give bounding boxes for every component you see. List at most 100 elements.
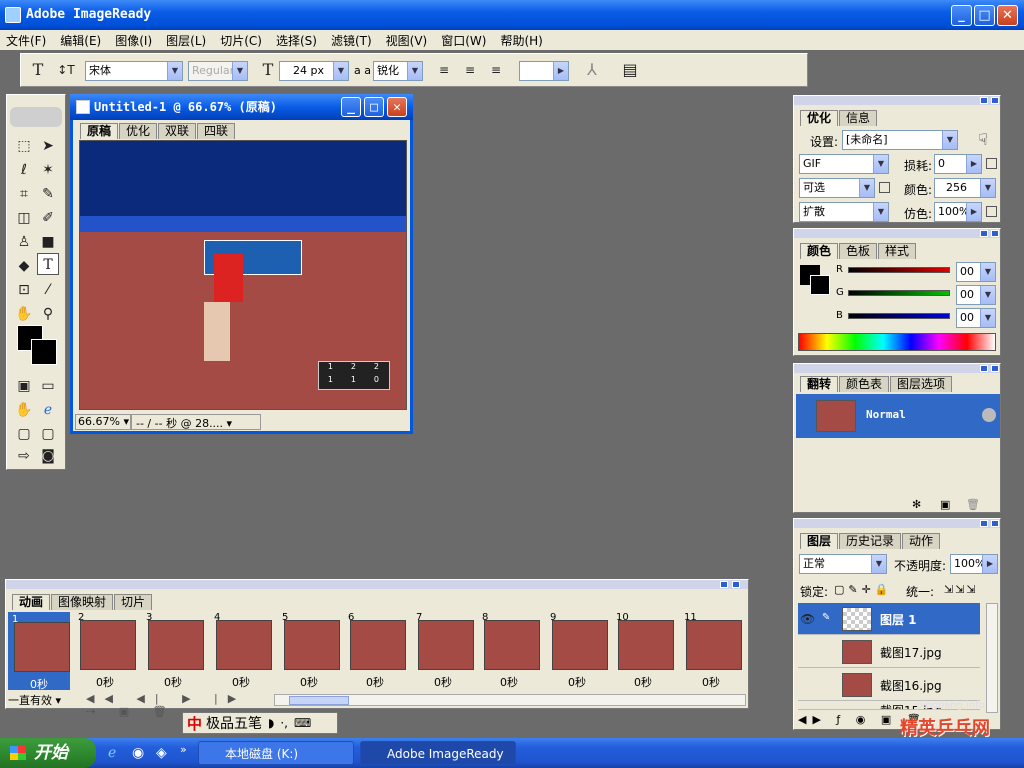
animation-frame[interactable]: 3 0秒: [144, 612, 206, 690]
lossy-mask-icon[interactable]: [986, 158, 997, 169]
tab-optimize[interactable]: 优化: [800, 110, 839, 126]
dither-mask-icon[interactable]: [986, 206, 997, 217]
menu-view[interactable]: 视图(V): [386, 32, 428, 49]
loop-select[interactable]: 一直有效 ▾: [8, 692, 78, 708]
font-size-select[interactable]: 24 px ▼: [279, 61, 349, 81]
type-tool-icon[interactable]: T: [37, 253, 59, 275]
imageready-app-icon[interactable]: [5, 7, 21, 23]
tab-color[interactable]: 颜色: [800, 243, 839, 259]
rollover-options-icon[interactable]: [982, 408, 996, 422]
panel-close-icon[interactable]: [991, 365, 999, 372]
unify-icons[interactable]: ⇲⇲⇲: [944, 583, 978, 596]
animation-frame[interactable]: 5 0秒: [280, 612, 342, 690]
doc-maximize-button[interactable]: □: [364, 97, 384, 117]
animation-frame[interactable]: 11 0秒: [682, 612, 744, 690]
standard-screen-icon[interactable]: ▢: [13, 423, 35, 445]
opacity-field[interactable]: 100% ▶: [950, 554, 998, 574]
font-family-select[interactable]: 宋体 ▼: [85, 61, 183, 81]
panel-minimize-icon[interactable]: [720, 581, 728, 588]
align-right-icon[interactable]: ≡: [485, 59, 507, 81]
playback-controls[interactable]: ◀◀ ◀| ▶ |▶ ⇢ ▣ 🗑: [86, 692, 266, 718]
tab-optimized[interactable]: 优化: [119, 123, 158, 139]
settings-icon[interactable]: ◙: [37, 445, 59, 467]
menu-slices[interactable]: 切片(C): [220, 32, 262, 49]
tab-history[interactable]: 历史记录: [839, 533, 902, 549]
maximize-button[interactable]: □: [974, 5, 995, 26]
align-left-icon[interactable]: ≡: [433, 59, 455, 81]
tab-rollover[interactable]: 翻转: [800, 376, 839, 392]
layer-row[interactable]: 👁 ✎ 图层 1: [798, 603, 980, 635]
green-value-field[interactable]: 00 ▼: [956, 285, 996, 305]
panel-minimize-icon[interactable]: [980, 230, 988, 237]
warp-text-icon[interactable]: ⅄: [581, 59, 603, 81]
tab-layer-options[interactable]: 图层选项: [890, 376, 953, 392]
panel-close-icon[interactable]: [991, 97, 999, 104]
taskbar-item-imageready[interactable]: Adobe ImageReady: [360, 741, 516, 765]
tab-layers[interactable]: 图层: [800, 533, 839, 549]
color-spectrum-bar[interactable]: [798, 333, 996, 351]
move-tool-icon[interactable]: ➤: [37, 135, 59, 157]
zoom-level[interactable]: 66.67% ▾: [75, 414, 131, 430]
blend-mode-select[interactable]: 正常 ▼: [799, 554, 887, 574]
rectangle-tool-icon[interactable]: ■: [37, 231, 59, 253]
menu-window[interactable]: 窗口(W): [441, 32, 486, 49]
bg-color-swatch[interactable]: [810, 275, 830, 295]
frames-scrollbar[interactable]: [274, 694, 746, 706]
animation-frame[interactable]: 8 0秒: [480, 612, 542, 690]
eyedropper-icon[interactable]: ⁄: [37, 279, 59, 301]
preview-in-browser-icon[interactable]: ℯ: [37, 399, 59, 421]
animation-frame[interactable]: 2 0秒: [76, 612, 138, 690]
animation-frame[interactable]: 10 0秒: [614, 612, 676, 690]
quicklaunch-more-icon[interactable]: »: [180, 743, 187, 756]
lossy-field[interactable]: 0 ▶: [934, 154, 982, 174]
type-tool-icon[interactable]: T: [27, 59, 49, 81]
font-style-select[interactable]: Regular ▼: [188, 61, 248, 81]
eraser-tool-icon[interactable]: ◫: [13, 207, 35, 229]
panel-minimize-icon[interactable]: [980, 520, 988, 527]
panel-minimize-icon[interactable]: [980, 97, 988, 104]
menu-filter[interactable]: 滤镜(T): [331, 32, 372, 49]
text-color-field[interactable]: ▶: [519, 61, 569, 81]
menu-select[interactable]: 选择(S): [276, 32, 317, 49]
blue-slider[interactable]: [848, 313, 950, 319]
rollover-state-row[interactable]: Normal: [796, 394, 1000, 438]
zoom-tool-icon[interactable]: ⚲: [37, 303, 59, 325]
red-slider[interactable]: [848, 267, 950, 273]
panel-close-icon[interactable]: [991, 520, 999, 527]
layers-scrollbar[interactable]: [986, 603, 998, 713]
stamp-tool-icon[interactable]: ♙: [13, 231, 35, 253]
crop-icon[interactable]: ⊡: [13, 279, 35, 301]
eye-icon[interactable]: 👁: [800, 612, 815, 626]
menu-image[interactable]: 图像(I): [115, 32, 152, 49]
download-status[interactable]: -- / -- 秒 @ 28.... ▾: [131, 414, 261, 430]
panel-close-icon[interactable]: [732, 581, 740, 588]
animation-frame[interactable]: 6 0秒: [346, 612, 408, 690]
slice-tool-icon[interactable]: ✎: [37, 183, 59, 205]
doc-close-button[interactable]: ✕: [387, 97, 407, 117]
layer-row[interactable]: 截图16.jpg: [798, 669, 980, 701]
menu-file[interactable]: 文件(F): [6, 32, 46, 49]
marquee-tool-icon[interactable]: ⬚: [13, 135, 35, 157]
antialias-select[interactable]: 锐化 ▼: [373, 61, 423, 81]
animation-frame[interactable]: 9 0秒: [548, 612, 610, 690]
colors-select[interactable]: 256 ▼: [934, 178, 996, 198]
toggle-image-maps-icon[interactable]: ▭: [37, 375, 59, 397]
text-orientation-icon[interactable]: ↕T: [55, 59, 77, 81]
optimize-menu-icon[interactable]: ☟: [972, 129, 994, 151]
toggle-slices-icon[interactable]: ▣: [13, 375, 35, 397]
duplicate-icon[interactable]: ▣: [940, 498, 950, 511]
color-reduction-select[interactable]: 可选 ▼: [799, 178, 875, 198]
format-select[interactable]: GIF ▼: [799, 154, 889, 174]
tab-image-map[interactable]: 图像映射: [51, 594, 114, 610]
preview-icon[interactable]: ✋: [13, 399, 35, 421]
close-button[interactable]: ✕: [997, 5, 1018, 26]
new-state-icon[interactable]: ✻: [912, 498, 921, 511]
tab-color-table[interactable]: 颜色表: [839, 376, 890, 392]
panel-minimize-icon[interactable]: [980, 365, 988, 372]
lock-icons[interactable]: ▢✎✛🔒: [834, 583, 893, 596]
tab-actions[interactable]: 动作: [902, 533, 941, 549]
animation-frame[interactable]: 1 0秒: [8, 612, 70, 691]
punctuation-icon[interactable]: ·,: [280, 716, 288, 730]
green-slider[interactable]: [848, 290, 950, 296]
jump-to-photoshop-icon[interactable]: ⇨: [13, 445, 35, 467]
